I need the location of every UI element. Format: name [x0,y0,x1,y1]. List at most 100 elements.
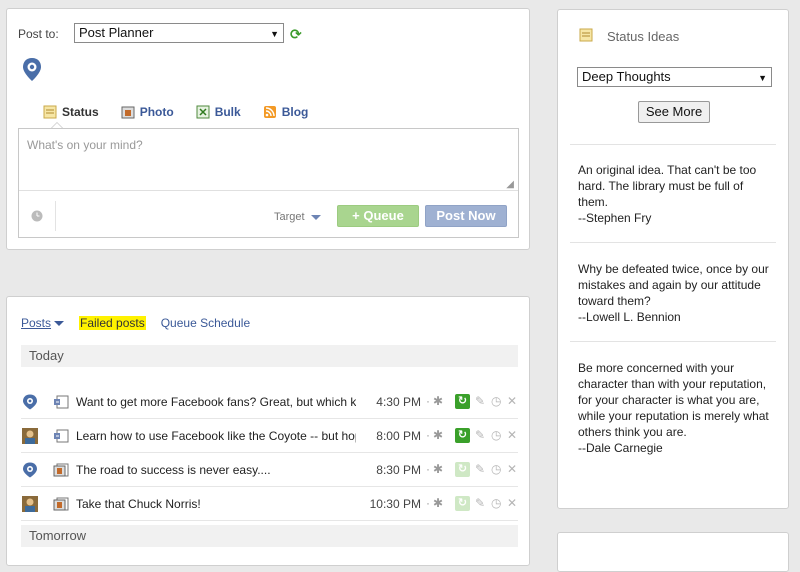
reschedule-clock-icon[interactable]: ◷ [491,428,501,442]
resize-grip-icon[interactable]: ◢ [506,179,514,190]
divider [570,144,776,145]
delete-icon[interactable]: ✕ [507,462,517,476]
photo-icon [121,105,135,119]
post-to-value: Post Planner [79,25,154,40]
reschedule-clock-icon[interactable]: ◷ [491,496,501,510]
reschedule-clock-icon[interactable]: ◷ [491,394,501,408]
dropdown-arrow-icon: ▼ [758,73,767,83]
status-icon [43,105,57,119]
composer-box: What's on your mind? ◢ Target + Queue Po… [18,128,519,238]
reschedule-clock-icon[interactable]: ◷ [491,462,501,476]
tab-photo[interactable]: Photo [121,105,174,119]
separator-dot: · [426,394,430,408]
recycle-icon[interactable]: ↻ [455,394,470,409]
tab-blog[interactable]: Blog [263,105,309,119]
posts-panel: Posts Failed posts Queue Schedule Today … [6,296,530,566]
post-time: 10:30 PM [369,497,421,511]
recycle-icon[interactable]: ↻ [455,462,470,477]
post-to-select[interactable]: Post Planner ▼ [74,23,284,43]
post-now-button[interactable]: Post Now [425,205,507,227]
post-time: 8:30 PM [376,463,421,477]
status-textarea[interactable]: What's on your mind? [19,129,518,191]
compose-tabs: Status Photo Bulk Blog [43,105,330,119]
divider [570,341,776,342]
ideas-category-value: Deep Thoughts [582,69,671,84]
gear-icon[interactable]: ✱ [433,394,443,408]
post-to-label: Post to: [18,27,59,41]
quote-text: An original idea. That can't be too hard… [578,163,757,209]
table-row[interactable]: Take that Chuck Norris! 10:30 PM · ✱ ↻ ✎… [21,487,518,521]
tab-bulk[interactable]: Bulk [196,105,241,119]
quote-author: --Stephen Fry [578,211,652,225]
quote-item[interactable]: An original idea. That can't be too hard… [578,162,774,226]
tab-photo-label: Photo [139,105,174,119]
separator-dot: · [426,462,430,476]
table-row[interactable]: Learn how to use Facebook like the Coyot… [21,419,518,453]
see-more-button[interactable]: See More [638,101,710,123]
failed-posts-link[interactable]: Failed posts [79,316,146,330]
post-text[interactable]: Take that Chuck Norris! [76,497,356,511]
tab-status[interactable]: Status [43,105,99,119]
target-dropdown[interactable]: Target [274,211,321,223]
status-icon [579,28,593,42]
tab-blog-label: Blog [281,105,309,119]
schedule-clock-icon[interactable] [31,210,43,222]
post-text[interactable]: The road to success is never easy.... [76,463,356,477]
bulk-icon [196,105,210,119]
gear-icon[interactable]: ✱ [433,428,443,442]
post-text[interactable]: Learn how to use Facebook like the Coyot… [76,429,356,443]
day-header-tomorrow: Tomorrow [21,525,518,547]
post-planner-logo-icon [23,462,37,478]
rss-icon [263,105,277,119]
quote-author: --Lowell L. Bennion [578,310,681,324]
post-planner-logo-icon [23,58,41,81]
failed-posts-label: Failed posts [79,316,146,330]
link-post-icon [54,429,69,443]
post-planner-logo-icon [23,394,37,410]
day-header-today: Today [21,345,518,367]
dropdown-arrow-icon: ▼ [270,29,279,39]
delete-icon[interactable]: ✕ [507,496,517,510]
compose-panel: Post to: Post Planner ▼ ⟳ Status Photo B… [6,8,530,250]
post-text[interactable]: Want to get more Facebook fans? Great, b… [76,395,356,409]
edit-icon[interactable]: ✎ [475,428,485,442]
status-ideas-title: Status Ideas [607,29,680,44]
queue-button[interactable]: + Queue [337,205,419,227]
tab-status-label: Status [62,105,99,119]
target-label: Target [274,211,305,223]
recycle-icon[interactable]: ↻ [455,428,470,443]
quote-text: Why be defeated twice, once by our mista… [578,262,769,308]
quote-item[interactable]: Be more concerned with your character th… [578,360,774,456]
table-row[interactable]: The road to success is never easy.... 8:… [21,453,518,487]
gear-icon[interactable]: ✱ [433,462,443,476]
delete-icon[interactable]: ✕ [507,428,517,442]
tab-bulk-label: Bulk [214,105,241,119]
status-ideas-panel: Status Ideas Deep Thoughts ▼ See More An… [557,9,789,509]
divider [570,242,776,243]
gear-icon[interactable]: ✱ [433,496,443,510]
chevron-down-icon [310,214,321,220]
edit-icon[interactable]: ✎ [475,496,485,510]
table-row[interactable]: Want to get more Facebook fans? Great, b… [21,385,518,419]
ideas-category-select[interactable]: Deep Thoughts ▼ [577,67,772,87]
separator-dot: · [426,496,430,510]
edit-icon[interactable]: ✎ [475,462,485,476]
recycle-icon[interactable]: ↻ [455,496,470,511]
posts-filter-link[interactable]: Posts [21,316,65,330]
quote-author: --Dale Carnegie [578,441,663,455]
divider [55,201,56,231]
posts-filter-label: Posts [21,316,52,330]
queue-schedule-link[interactable]: Queue Schedule [161,316,250,330]
edit-icon[interactable]: ✎ [475,394,485,408]
separator-dot: · [426,428,430,442]
photo-post-icon [53,497,69,511]
secondary-panel [557,532,789,572]
photo-post-icon [53,463,69,477]
delete-icon[interactable]: ✕ [507,394,517,408]
refresh-icon[interactable]: ⟳ [290,26,302,43]
post-time: 8:00 PM [376,429,421,443]
user-photo-avatar [22,428,38,444]
user-photo-avatar [22,496,38,512]
posts-nav: Posts Failed posts Queue Schedule [21,316,265,330]
quote-item[interactable]: Why be defeated twice, once by our mista… [578,261,774,325]
